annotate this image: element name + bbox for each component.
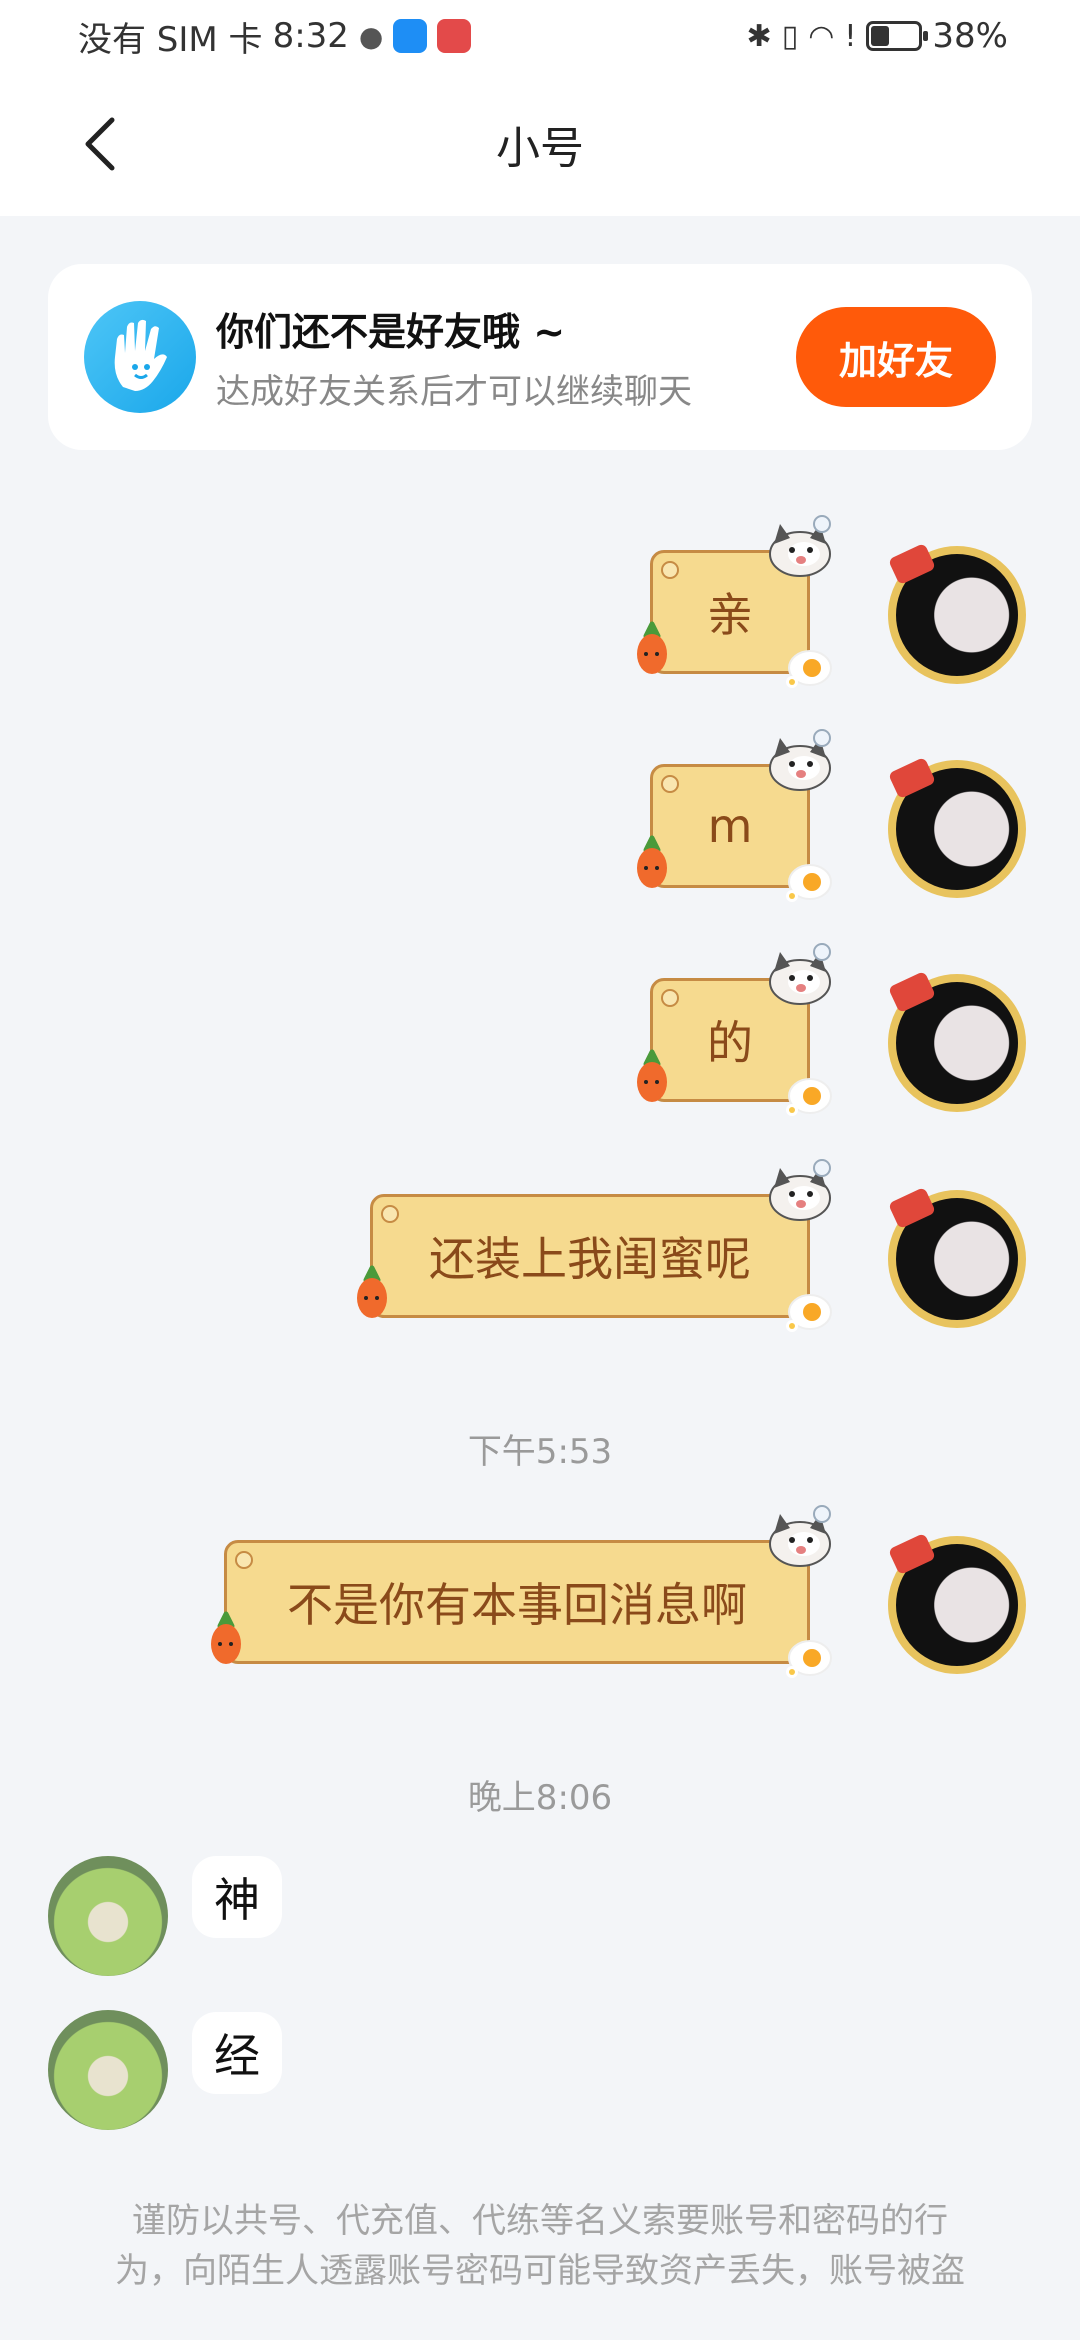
wechat-icon: ●: [358, 19, 384, 53]
back-button[interactable]: [70, 112, 130, 176]
my-avatar[interactable]: [888, 1190, 1026, 1328]
warning-line-2: 为，向陌生人透露账号密码可能导致资产丢失，账号被盗: [115, 2251, 965, 2291]
carrot-sticker-icon: [352, 1264, 392, 1320]
carrier-text: 没有 SIM 卡: [78, 19, 263, 60]
cat-sticker-icon: [764, 514, 836, 578]
status-left: 没有 SIM 卡 8:32 ●: [78, 12, 472, 61]
page-title: 小号: [496, 123, 584, 174]
cat-sticker-icon: [764, 942, 836, 1006]
clock: 8:32: [272, 16, 349, 56]
cat-sticker-icon: [764, 728, 836, 792]
egg-sticker-icon: [786, 1288, 834, 1332]
incoming-message-bubble[interactable]: 神: [192, 1856, 282, 1938]
bubble-pin-decoration: [661, 989, 679, 1007]
security-warning: 谨防以共号、代充值、代练等名义索要账号和密码的行 为，向陌生人透露账号密码可能导…: [60, 2196, 1020, 2296]
message-text: m: [707, 799, 753, 853]
warning-line-1: 谨防以共号、代充值、代练等名义索要账号和密码的行: [132, 2201, 948, 2241]
battery-icon: [866, 21, 929, 51]
egg-sticker-icon: [786, 1072, 834, 1116]
chevron-left-icon: [85, 117, 115, 171]
huawei-app-icon: [437, 19, 472, 53]
hand-wave-icon: [84, 301, 196, 413]
wifi-icon: ◠: [808, 18, 835, 54]
egg-sticker-icon: [786, 858, 834, 902]
add-friend-button[interactable]: 加好友: [796, 307, 996, 407]
egg-sticker-icon: [786, 644, 834, 688]
egg-sticker-icon: [786, 1634, 834, 1678]
my-avatar[interactable]: [888, 546, 1026, 684]
message-text: 还装上我闺蜜呢: [429, 1232, 751, 1286]
my-avatar[interactable]: [888, 1536, 1026, 1674]
carrot-sticker-icon: [206, 1610, 246, 1666]
carrot-sticker-icon: [632, 1048, 672, 1104]
alert-icon: !: [844, 18, 857, 54]
my-avatar[interactable]: [888, 974, 1026, 1112]
status-bar: 没有 SIM 卡 8:32 ● ✱ ▯ ◠ ! 38%: [0, 0, 1080, 72]
bubble-pin-decoration: [235, 1551, 253, 1569]
outgoing-message-bubble[interactable]: 不是你有本事回消息啊: [224, 1540, 810, 1664]
vibrate-icon: ▯: [781, 18, 799, 54]
weather-app-icon: [393, 19, 428, 53]
notice-subtitle: 达成好友关系后才可以继续聊天: [216, 372, 692, 412]
chat-header: 小号: [0, 72, 1080, 216]
outgoing-message-bubble[interactable]: 还装上我闺蜜呢: [370, 1194, 810, 1318]
my-avatar[interactable]: [888, 760, 1026, 898]
friend-notice-card: 你们还不是好友哦 ~ 达成好友关系后才可以继续聊天 加好友: [48, 264, 1032, 450]
message-text: 不是你有本事回消息啊: [287, 1578, 747, 1632]
bubble-pin-decoration: [661, 775, 679, 793]
bubble-pin-decoration: [661, 561, 679, 579]
bluetooth-icon: ✱: [746, 18, 772, 54]
incoming-message-bubble[interactable]: 经: [192, 2012, 282, 2094]
message-text: 的: [707, 1016, 753, 1070]
contact-avatar[interactable]: [48, 2010, 168, 2130]
battery-level: [871, 26, 889, 46]
notice-title: 你们还不是好友哦 ~: [216, 310, 566, 354]
timestamp-2: 晚上8:06: [467, 1778, 613, 1818]
message-text: 亲: [707, 588, 753, 642]
cat-sticker-icon: [764, 1158, 836, 1222]
timestamp-1: 下午5:53: [467, 1432, 613, 1472]
bubble-pin-decoration: [381, 1205, 399, 1223]
carrot-sticker-icon: [632, 834, 672, 890]
notice-text: 你们还不是好友哦 ~ 达成好友关系后才可以继续聊天: [216, 301, 796, 413]
battery-percent: 38%: [932, 16, 1008, 56]
status-right: ✱ ▯ ◠ ! 38%: [747, 16, 1008, 56]
carrot-sticker-icon: [632, 620, 672, 676]
cat-sticker-icon: [764, 1504, 836, 1568]
contact-avatar[interactable]: [48, 1856, 168, 1976]
